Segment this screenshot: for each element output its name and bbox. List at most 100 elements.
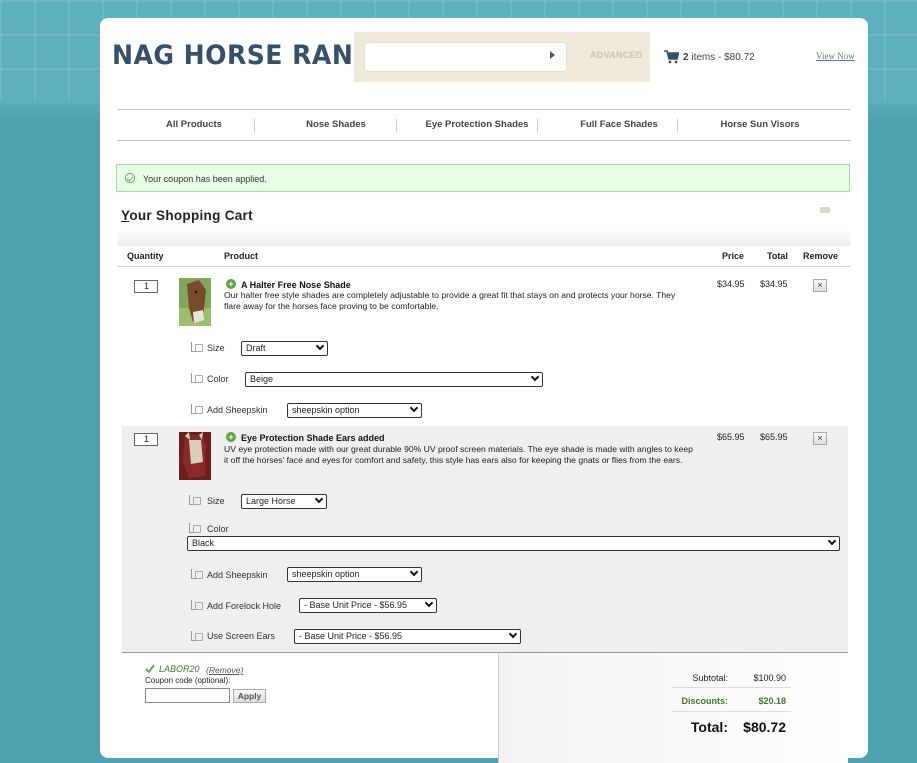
size-select-value: Large Horse [246,496,296,506]
nav-separator [396,119,397,132]
print-icon[interactable] [820,207,830,213]
size-select[interactable]: Draft [241,341,328,356]
item-total: $65.95 [760,432,788,442]
item-price: $65.95 [717,432,745,442]
totals-divider [671,711,791,712]
column-header-total: Total [767,251,788,261]
cart-item-count: 2 [683,52,689,63]
screen-ears-select-value: - Base Unit Price - $56.95 [299,631,403,641]
column-header-price: Price [722,251,745,261]
option-label-sheepskin: Add Sheepskin [207,405,268,415]
sheepskin-select-value: sheepskin option [292,569,360,579]
product-name[interactable]: Eye Protection Shade Ears added [241,433,385,443]
product-description: Our halter free style shades are complet… [224,290,676,311]
forelock-hole-select-value: - Base Unit Price - $56.95 [304,600,408,610]
remove-coupon-link[interactable]: (Remove) [206,665,243,675]
option-label-sheepskin: Add Sheepskin [207,570,268,580]
size-select-value: Draft [246,343,266,353]
checkmark-icon [145,664,155,673]
option-arrow-icon [191,600,203,610]
remove-item-button[interactable]: × [813,279,827,292]
chevron-down-icon [827,536,837,546]
table-header-divider [118,266,850,267]
advanced-search-link[interactable]: ADVANCED [590,50,643,60]
total-value: $80.72 [743,719,786,735]
option-label-color: Color [207,524,229,534]
sheepskin-select[interactable]: sheepskin option [287,567,422,582]
search-submit-arrow-icon[interactable] [550,51,555,59]
nav-item-full-face-shades[interactable]: Full Face Shades [568,110,670,140]
expand-details-icon[interactable]: + [226,279,236,289]
option-arrow-icon [191,569,203,579]
forelock-hole-select[interactable]: - Base Unit Price - $56.95 [299,598,437,613]
chevron-down-icon [530,372,540,382]
header-cart-summary[interactable]: 2 items - $80.72 [683,52,755,63]
view-now-link[interactable]: View Now [816,51,855,61]
nav-item-nose-shades[interactable]: Nose Shades [286,110,386,140]
sheepskin-select-value: sheepskin option [292,405,360,415]
apply-coupon-button[interactable]: Apply [233,689,266,703]
color-select-value: Beige [250,374,274,384]
product-name[interactable]: A Halter Free Nose Shade [241,280,351,290]
subtotal-value: $100.90 [753,673,786,683]
search-panel: ADVANCED [354,32,650,82]
quantity-input[interactable]: 1 [134,433,158,446]
applied-coupon-code: LABOR20 [159,664,200,674]
quantity-input[interactable]: 1 [134,280,158,293]
option-label-size: Size [207,343,225,353]
chevron-down-icon [424,598,434,608]
nav-separator [537,119,538,132]
totals-panel-divider [498,653,499,763]
option-arrow-icon [191,373,203,383]
option-label-color: Color [207,374,229,384]
notice-text: Your coupon has been applied. [143,174,267,184]
color-select-value: Black [192,538,215,548]
item-total: $34.95 [760,279,788,289]
total-label: Total: [690,719,728,735]
site-logo[interactable]: NAG HORSE RANCH [112,40,394,71]
nav-item-all-products[interactable]: All Products [144,110,244,140]
product-description: UV eye protection made with our great du… [224,444,693,465]
search-input[interactable] [364,42,567,72]
nav-item-eye-protection-shades[interactable]: Eye Protection Shades [414,110,540,140]
cart-title-rest: our Shopping Cart [129,208,253,223]
column-header-remove: Remove [803,251,839,261]
shopping-cart-icon[interactable] [664,50,679,64]
coupon-code-input[interactable] [145,688,230,703]
totals-divider [671,687,791,688]
chevron-down-icon [314,494,324,504]
option-label-size: Size [207,496,225,506]
expand-details-icon[interactable]: + [226,432,236,442]
option-label-forelock-hole: Add Forelock Hole [207,601,282,611]
chevron-down-icon [508,629,518,639]
option-arrow-icon [189,523,201,533]
discounts-label: Discounts: [681,696,728,706]
option-arrow-icon [191,342,203,352]
screen-ears-select[interactable]: - Base Unit Price - $56.95 [294,629,521,644]
cart-summary-text: items - $80.72 [691,52,755,63]
coupon-applied-notice: Your coupon has been applied. [116,164,850,192]
category-nav: All Products Nose Shades Eye Protection … [118,109,850,141]
cart-title-band [118,230,850,246]
nav-separator [677,119,678,132]
column-header-quantity: Quantity [127,251,164,261]
page-container: NAG HORSE RANCH ADVANCED 2 items - $80.7… [100,18,868,763]
product-thumbnail[interactable] [179,278,211,326]
cart-title: Your Shopping Cart [121,208,253,223]
color-select[interactable]: Black [187,536,840,551]
product-thumbnail[interactable] [179,432,211,480]
option-arrow-icon [191,404,203,414]
nav-item-horse-sun-visors[interactable]: Horse Sun Visors [708,110,812,140]
column-header-product: Product [224,251,259,261]
option-arrow-icon [189,495,201,505]
chevron-down-icon [409,567,419,577]
option-arrow-icon [191,631,203,641]
chevron-down-icon [409,403,419,413]
sheepskin-select[interactable]: sheepskin option [287,403,422,418]
color-select[interactable]: Beige [245,372,543,387]
remove-item-button[interactable]: × [813,432,827,445]
chevron-down-icon [315,341,325,351]
size-select[interactable]: Large Horse [241,494,327,509]
subtotal-label: Subtotal: [692,673,728,683]
nav-separator [254,119,255,132]
